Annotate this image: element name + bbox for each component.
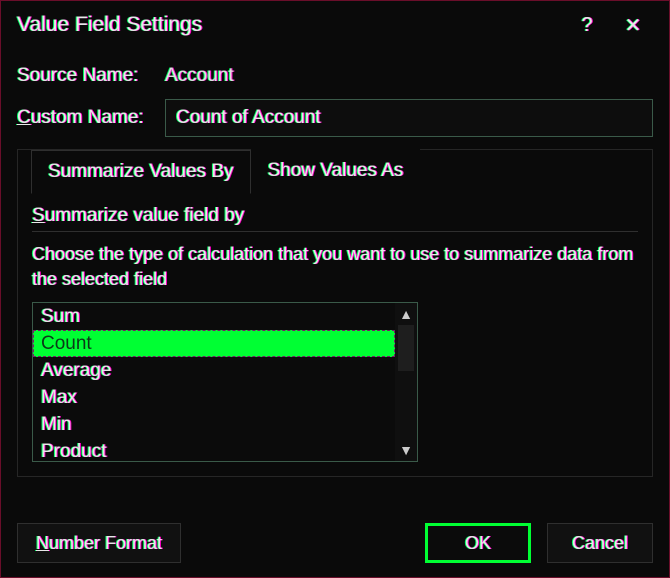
custom-name-input[interactable]: Count of Account — [165, 99, 653, 137]
scroll-thumb[interactable] — [398, 325, 414, 371]
dialog-footer: Number Format OK Cancel — [17, 523, 653, 563]
cancel-button[interactable]: Cancel — [547, 523, 653, 563]
list-item[interactable]: Sum — [33, 303, 395, 330]
number-format-button[interactable]: Number Format — [17, 523, 181, 563]
tab-panel: Summarize Values By Show Values As Summa… — [17, 149, 653, 477]
summarize-section-heading: Summarize value field by — [32, 205, 638, 232]
list-item[interactable]: Product — [33, 438, 395, 461]
custom-name-label: Custom Name: — [17, 107, 151, 129]
help-button[interactable]: ? — [567, 7, 607, 43]
close-button[interactable]: ✕ — [613, 7, 653, 43]
dialog-body: Source Name: Account Custom Name: Count … — [1, 47, 669, 487]
tab-show-values-as[interactable]: Show Values As — [251, 149, 421, 193]
list-item[interactable]: Max — [33, 384, 395, 411]
tab-strip: Summarize Values By Show Values As — [31, 149, 638, 193]
close-icon: ✕ — [625, 13, 642, 38]
ok-button[interactable]: OK — [425, 523, 531, 563]
help-icon: ? — [581, 14, 592, 37]
list-item[interactable]: Average — [33, 357, 395, 384]
source-name-value: Account — [165, 65, 234, 87]
calculation-listbox[interactable]: SumCountAverageMaxMinProduct ▲ ▼ — [32, 302, 418, 462]
source-name-row: Source Name: Account — [17, 65, 653, 87]
scroll-up-icon[interactable]: ▲ — [397, 305, 415, 323]
calculation-list: SumCountAverageMaxMinProduct — [33, 303, 395, 461]
summarize-description: Choose the type of calculation that you … — [32, 242, 638, 292]
dialog-title: Value Field Settings — [17, 13, 561, 37]
custom-name-row: Custom Name: Count of Account — [17, 99, 653, 137]
list-item[interactable]: Min — [33, 411, 395, 438]
listbox-scrollbar[interactable]: ▲ ▼ — [395, 303, 417, 461]
list-item[interactable]: Count — [33, 330, 395, 357]
value-field-settings-dialog: Value Field Settings ? ✕ Source Name: Ac… — [0, 0, 670, 578]
scroll-down-icon[interactable]: ▼ — [397, 441, 415, 459]
tab-summarize-values-by[interactable]: Summarize Values By — [31, 150, 251, 194]
titlebar: Value Field Settings ? ✕ — [1, 1, 669, 47]
source-name-label: Source Name: — [17, 65, 151, 87]
custom-name-input-text: Count of Account — [176, 107, 321, 128]
